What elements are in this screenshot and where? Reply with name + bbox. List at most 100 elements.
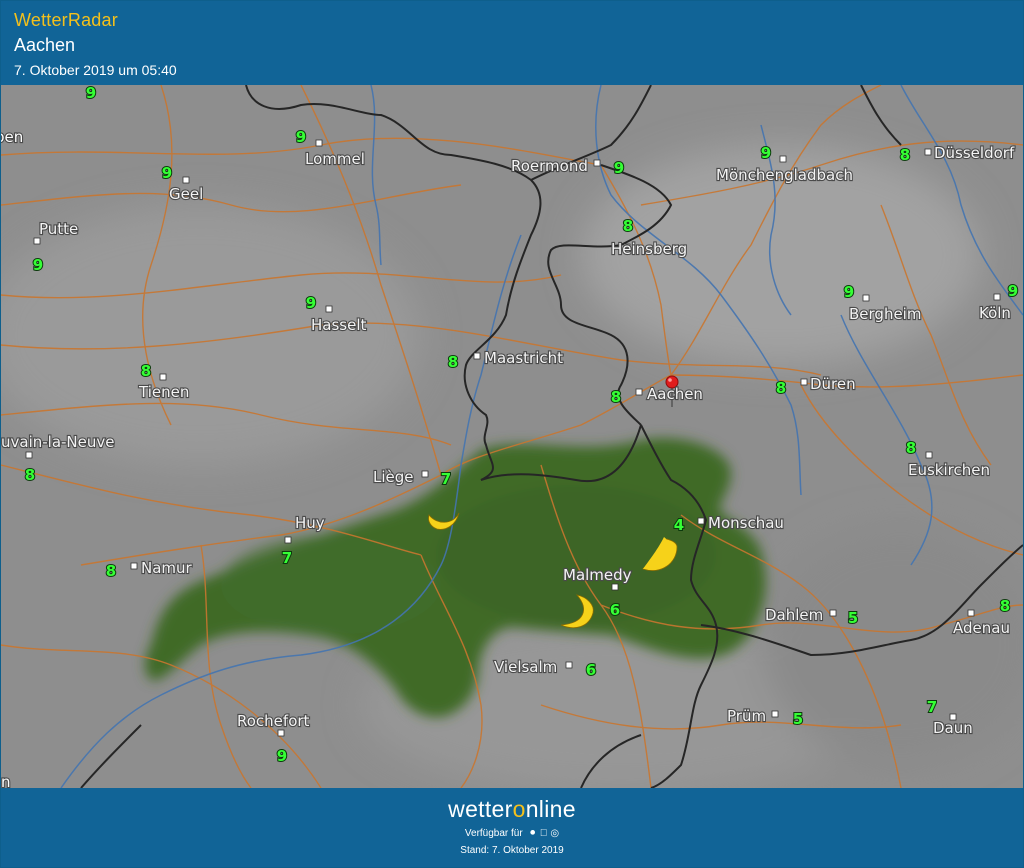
footer: wetteronline Verfügbar für ⚫ ◎ Stand: 7.…	[1, 788, 1023, 867]
temperature-label: 7	[441, 470, 451, 488]
temperature-label: 9	[1008, 282, 1018, 300]
temperature-label: 9	[614, 159, 624, 177]
temperature-label: 9	[296, 128, 306, 146]
city-label: Dahlem	[765, 606, 823, 624]
city-dot	[284, 536, 292, 544]
timestamp: 7. Oktober 2019 um 05:40	[14, 62, 177, 78]
city-label: Rochefort	[237, 712, 310, 730]
city-label: Düren	[810, 375, 856, 393]
city-dot	[159, 373, 167, 381]
temperature-label: 9	[306, 294, 316, 312]
temperature-label: 8	[623, 217, 633, 235]
city-label: Namur	[141, 559, 193, 577]
city-label: Tienen	[138, 383, 189, 401]
city-dot	[829, 609, 837, 617]
stand-date: Stand: 7. Oktober 2019	[460, 845, 564, 856]
city-dot	[315, 139, 323, 147]
temperature-label: 5	[848, 609, 858, 627]
city-label: Euskirchen	[908, 461, 990, 479]
brand-o: o	[512, 796, 526, 822]
header: WetterRadar Aachen 7. Oktober 2019 um 05…	[1, 1, 1023, 85]
city-dot	[565, 661, 573, 669]
app-title: WetterRadar	[14, 10, 118, 30]
city-dot	[779, 155, 787, 163]
city-label: Aachen	[647, 385, 703, 403]
temperature-label: 4	[674, 516, 684, 534]
temperature-label: 8	[448, 353, 458, 371]
temperature-label: 8	[776, 379, 786, 397]
brand-prefix: wetter	[448, 796, 513, 822]
temperature-label: 9	[162, 164, 172, 182]
temperature-label: 8	[141, 362, 151, 380]
city-dot	[771, 710, 779, 718]
city-label: Daun	[933, 719, 973, 737]
temperature-label: 8	[106, 562, 116, 580]
city-label: Malmedy	[563, 566, 632, 584]
radar-map[interactable]: Lommel 9 Geel 9 Putte 9 Roermond 9 Mönchengladba…	[1, 85, 1023, 788]
city-dot	[611, 583, 619, 591]
temperature-label: 9	[761, 144, 771, 162]
temperature-label: 6	[586, 661, 596, 679]
city-dot	[325, 305, 333, 313]
edge-city-label: pen	[1, 128, 23, 146]
city-dot	[635, 388, 643, 396]
city-dot	[924, 148, 932, 156]
android-icon[interactable]: ⚫	[528, 828, 536, 839]
city-dot	[967, 609, 975, 617]
city-dot	[925, 451, 933, 459]
app-frame: WetterRadar Aachen 7. Oktober 2019 um 05…	[0, 0, 1024, 868]
wetteronline-logo[interactable]: wetteronline	[1, 796, 1023, 823]
city-label: Düsseldorf	[934, 144, 1015, 162]
city-dot	[800, 378, 808, 386]
web-icon[interactable]: ◎	[550, 828, 559, 839]
brand-suffix: nline	[525, 796, 576, 822]
city-dot	[421, 470, 429, 478]
temperature-label: 9	[844, 283, 854, 301]
temperature-label: 8	[611, 388, 621, 406]
temperature-label: 7	[282, 549, 292, 567]
city-dot	[130, 562, 138, 570]
availability-label: Verfügbar für	[464, 828, 523, 839]
city-label: Köln	[979, 304, 1011, 322]
edge-city-label: n	[1, 773, 11, 788]
temperature-label: 5	[793, 710, 803, 728]
city-label: Monschau	[708, 514, 784, 532]
city-label: Maastricht	[484, 349, 563, 367]
city-label: Liège	[373, 468, 414, 486]
location-title: Aachen	[14, 35, 76, 55]
edge-temperature-label: 9	[86, 85, 96, 102]
city-dot	[993, 293, 1001, 301]
city-dot	[697, 517, 705, 525]
city-label: Heinsberg	[611, 240, 687, 258]
city-dot	[593, 159, 601, 167]
temperature-label: 8	[906, 439, 916, 457]
city-label: Putte	[39, 220, 78, 238]
temperature-label: 8	[25, 466, 35, 484]
city-label: Mönchengladbach	[716, 166, 853, 184]
temperature-label: 9	[33, 256, 43, 274]
city-label: Lommel	[305, 150, 365, 168]
city-label: Geel	[169, 185, 203, 203]
city-label: Adenau	[953, 619, 1010, 637]
city-dot	[33, 237, 41, 245]
temperature-label: 6	[610, 601, 620, 619]
city-dot	[182, 176, 190, 184]
city-dot	[473, 352, 481, 360]
availability: Verfügbar für ⚫ ◎	[1, 828, 1023, 839]
map-canvas[interactable]: Lommel 9 Geel 9 Putte 9 Roermond 9 Mönchengladba…	[1, 85, 1023, 788]
city-dot	[25, 451, 33, 459]
city-label: Huy	[295, 514, 325, 532]
temperature-label: 8	[1000, 597, 1010, 615]
temperature-label: 7	[927, 698, 937, 716]
city-label: uvain-la-Neuve	[1, 433, 115, 451]
apple-icon[interactable]: 	[540, 828, 548, 839]
city-label: Prüm	[727, 707, 766, 725]
city-label: Vielsalm	[494, 658, 557, 676]
city-label: Roermond	[511, 157, 588, 175]
city-dot	[277, 729, 285, 737]
city-dot	[862, 294, 870, 302]
temperature-label: 9	[277, 747, 287, 765]
city-label: Hasselt	[311, 316, 366, 334]
city-label: Bergheim	[849, 305, 921, 323]
temperature-label: 8	[900, 146, 910, 164]
